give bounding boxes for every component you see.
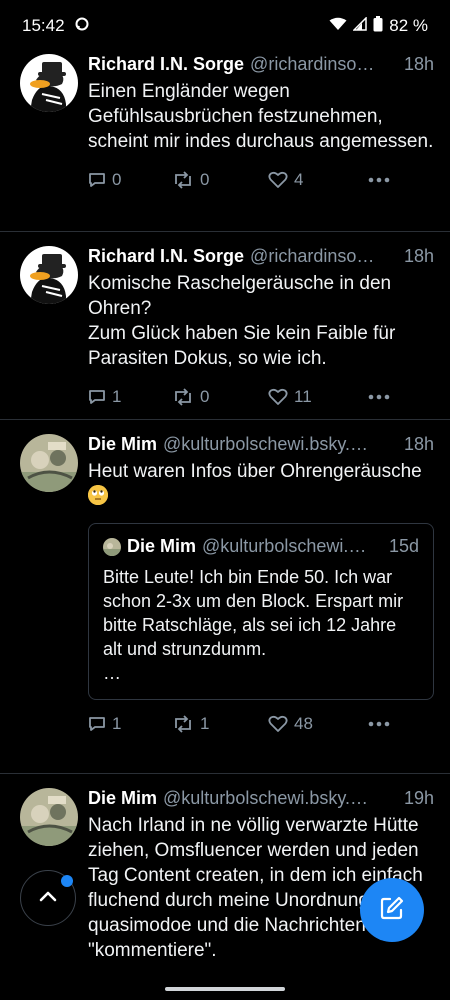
repost-icon xyxy=(172,388,194,406)
post[interactable]: Richard I.N. Sorge @richardinso… 18h Ein… xyxy=(0,40,450,232)
pencil-square-icon xyxy=(379,895,405,926)
post[interactable]: Richard I.N. Sorge @richardinso… 18h Kom… xyxy=(0,232,450,420)
repost-count: 0 xyxy=(200,387,210,406)
author-handle[interactable]: @richardinso… xyxy=(250,246,398,267)
heart-icon xyxy=(268,715,288,733)
ellipsis-icon xyxy=(368,394,390,400)
post-time[interactable]: 18h xyxy=(404,434,434,455)
more-button[interactable] xyxy=(368,721,408,727)
ellipsis-icon xyxy=(368,721,390,727)
reply-count: 1 xyxy=(112,714,122,733)
repost-icon xyxy=(172,715,194,733)
author-handle[interactable]: @richardinso… xyxy=(250,54,398,75)
author-name[interactable]: Die Mim xyxy=(88,434,157,455)
post-header: Die Mim @kulturbolschewi.bsky.… 19h xyxy=(88,788,434,809)
post-header: Die Mim @kulturbolschewi.bsky.… 18h xyxy=(88,434,434,455)
like-button[interactable]: 11 xyxy=(268,387,368,407)
heart-icon xyxy=(268,388,288,406)
repost-count: 0 xyxy=(200,170,210,189)
quote-handle: @kulturbolschewi.… xyxy=(202,536,367,556)
scroll-to-top-button[interactable] xyxy=(20,870,76,926)
post-actions: 1 1 48 xyxy=(88,714,434,752)
more-button[interactable] xyxy=(368,177,408,183)
post-time[interactable]: 19h xyxy=(404,788,434,809)
ellipsis-icon xyxy=(368,177,390,183)
like-button[interactable]: 48 xyxy=(268,714,368,734)
post-text: Einen Engländer wegen Gefühlsausbrüchen … xyxy=(88,81,434,152)
more-button[interactable] xyxy=(368,394,408,400)
compose-button[interactable] xyxy=(360,878,424,942)
post-time[interactable]: 18h xyxy=(404,246,434,267)
reply-button[interactable]: 0 xyxy=(88,170,172,190)
like-button[interactable]: 4 xyxy=(268,170,368,190)
speech-bubble-icon xyxy=(88,388,106,406)
author-name[interactable]: Die Mim xyxy=(88,788,157,809)
speech-bubble-icon xyxy=(88,171,106,189)
new-posts-indicator xyxy=(61,875,73,887)
quote-header: Die Mim @kulturbolschewi.… 15d xyxy=(103,536,419,557)
status-left: 15:42 xyxy=(22,16,89,36)
post-body: Richard I.N. Sorge @richardinso… 18h Ein… xyxy=(88,40,434,208)
quoted-post[interactable]: Die Mim @kulturbolschewi.… 15d Bitte Leu… xyxy=(88,523,434,700)
avatar[interactable] xyxy=(20,434,78,492)
home-indicator[interactable] xyxy=(165,987,285,991)
quote-text: Bitte Leute! Ich bin Ende 50. Ich war sc… xyxy=(103,567,404,683)
author-name[interactable]: Richard I.N. Sorge xyxy=(88,54,244,75)
chevron-up-icon xyxy=(38,889,58,908)
status-time: 15:42 xyxy=(22,16,65,35)
speech-bubble-icon xyxy=(88,715,106,733)
like-count: 48 xyxy=(294,714,313,733)
battery-icon xyxy=(373,15,383,37)
post-body: Richard I.N. Sorge @richardinso… 18h Kom… xyxy=(88,232,434,425)
post[interactable]: Die Mim @kulturbolschewi.bsky.… 18h Heut… xyxy=(0,420,450,774)
signal-icon xyxy=(352,16,367,36)
post-text: Heut waren Infos über Ohrengeräusche xyxy=(88,459,434,509)
status-right: 82 % xyxy=(329,15,428,37)
reply-button[interactable]: 1 xyxy=(88,387,172,407)
heart-icon xyxy=(268,171,288,189)
repost-count: 1 xyxy=(200,714,210,733)
repost-button[interactable]: 0 xyxy=(172,170,268,190)
avatar[interactable] xyxy=(20,54,78,112)
post-header: Richard I.N. Sorge @richardinso… 18h xyxy=(88,54,434,75)
reply-count: 1 xyxy=(112,387,122,406)
author-name[interactable]: Richard I.N. Sorge xyxy=(88,246,244,267)
reply-button[interactable]: 1 xyxy=(88,714,172,734)
reply-count: 0 xyxy=(112,170,122,189)
like-count: 11 xyxy=(294,387,312,406)
author-handle[interactable]: @kulturbolschewi.bsky.… xyxy=(163,788,398,809)
repost-button[interactable]: 1 xyxy=(172,714,268,734)
post-time[interactable]: 18h xyxy=(404,54,434,75)
repost-button[interactable]: 0 xyxy=(172,387,268,407)
quote-author: Die Mim xyxy=(127,536,197,556)
battery-percent: 82 % xyxy=(389,16,428,35)
quote-time: 15d xyxy=(388,536,419,556)
wifi-icon xyxy=(329,16,347,36)
post-header: Richard I.N. Sorge @richardinso… 18h xyxy=(88,246,434,267)
author-handle[interactable]: @kulturbolschewi.bsky.… xyxy=(163,434,398,455)
avatar[interactable] xyxy=(20,788,78,846)
avatar[interactable] xyxy=(20,246,78,304)
post-actions: 0 0 4 xyxy=(88,170,434,208)
feed: Richard I.N. Sorge @richardinso… 18h Ein… xyxy=(0,40,450,963)
repost-icon xyxy=(172,171,194,189)
post-text: Komische Raschelgeräusche in den Ohren? … xyxy=(88,273,396,369)
chat-notification-icon xyxy=(75,16,89,36)
post-body: Die Mim @kulturbolschewi.bsky.… 18h Heut… xyxy=(88,420,434,752)
post-text-content: Heut waren Infos über Ohrengeräusche xyxy=(88,461,422,482)
like-count: 4 xyxy=(294,170,304,189)
rolling-eyes-emoji xyxy=(88,485,108,505)
quote-avatar xyxy=(103,537,121,556)
